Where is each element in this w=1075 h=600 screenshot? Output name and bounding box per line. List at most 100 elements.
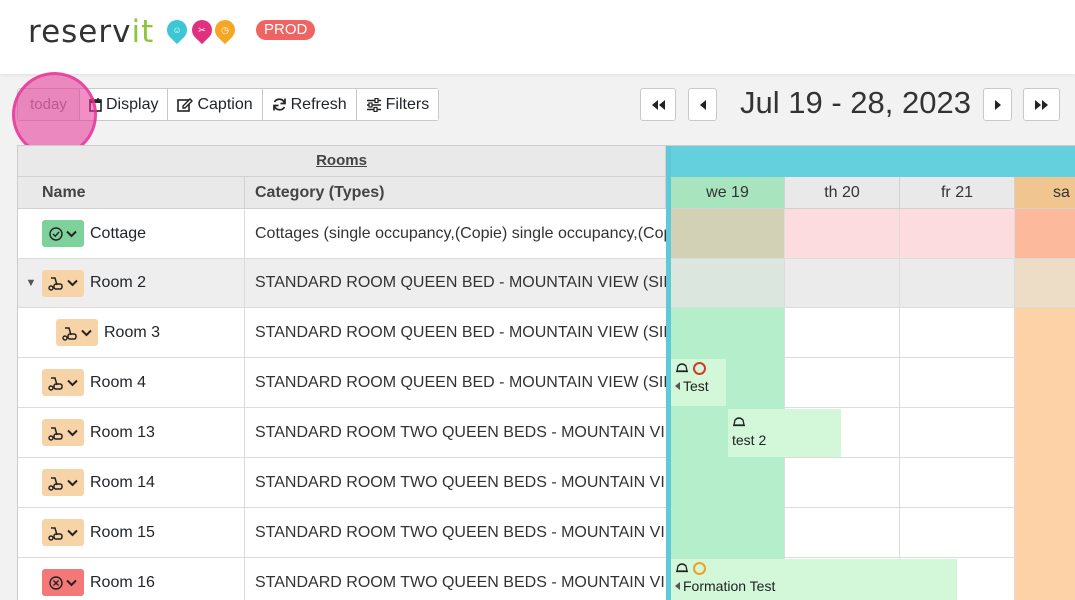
room-status-dropdown[interactable] [42,469,84,496]
double-chevron-right-icon [1034,99,1048,110]
vacuum-icon [48,376,63,391]
day-header-fr21[interactable]: fr 21 [900,177,1015,209]
vacuum-icon [48,426,63,441]
room-status-dropdown[interactable] [56,319,98,346]
calendar-cell[interactable] [671,209,785,259]
next-week-button[interactable] [1023,88,1060,121]
calendar-cell[interactable] [900,308,1015,358]
chevron-down-icon [66,230,77,237]
room-name: Room 2 [90,274,147,291]
status-ring-icon [693,361,706,375]
name-column-header[interactable]: Name [18,177,245,209]
room-name: Room 14 [90,473,155,491]
calendar-cell[interactable] [900,358,1015,408]
room-category: STANDARD ROOM QUEEN BED - MOUNTAIN VIEW … [255,274,666,291]
chevron-down-icon [67,279,78,287]
calendar-cell[interactable] [671,259,785,308]
room-category: STANDARD ROOM TWO QUEEN BEDS - MOUNTAIN … [255,523,666,541]
booking-block[interactable]: Formation Test [671,559,957,600]
day-header-we19[interactable]: we 19 [671,177,785,209]
logo-text: reservit [28,14,155,50]
booking-label: Test [683,378,709,394]
room-name: Room 16 [90,573,155,591]
room-name-cell: Room 13 [18,408,245,457]
room-status-dropdown[interactable] [42,269,84,297]
refresh-icon [272,98,286,111]
calendar-cell[interactable] [785,308,900,358]
calendar-cell[interactable] [900,508,1015,558]
caption-label: Caption [197,95,253,113]
date-range-title: Jul 19 - 28, 2023 [740,85,971,120]
table-row[interactable]: Room 3 STANDARD ROOM QUEEN BED - MOUNTAI… [18,308,666,358]
booking-block[interactable]: test 2 [728,409,841,457]
table-row[interactable]: Room 16 STANDARD ROOM TWO QUEEN BEDS - M… [18,558,666,600]
calendar-cell[interactable] [900,209,1015,259]
table-row[interactable]: Room 14 STANDARD ROOM TWO QUEEN BEDS - M… [18,458,666,508]
room-status-dropdown[interactable] [42,569,84,596]
reservit-logo[interactable]: reservit [28,14,154,50]
room-category: STANDARD ROOM TWO QUEEN BEDS - MOUNTAIN … [255,473,666,491]
edit-icon [177,98,194,112]
chevron-down-icon [66,579,77,586]
rooms-group-header[interactable]: Rooms [18,146,666,177]
room-name-cell: Room 16 [18,558,245,600]
room-name-cell: Room 14 [18,458,245,507]
caption-button[interactable]: Caption [168,89,263,120]
room-name-cell: Room 15 [18,508,245,557]
room-name: Room 4 [90,373,147,391]
bell-icon [733,417,745,427]
arrow-left-icon [675,582,680,590]
status-ring-icon [693,561,706,575]
arrow-left-icon [675,382,680,390]
day-header-th20[interactable]: th 20 [785,177,900,209]
chevron-right-icon [994,99,1001,110]
vacuum-icon [48,277,63,291]
chevron-down-icon [67,479,78,486]
calendar-cell[interactable] [785,508,900,558]
collapse-caret-icon[interactable]: ▼ [24,277,38,289]
calendar-cell[interactable] [785,358,900,408]
table-row[interactable]: Cottage Cottages (single occupancy,(Copi… [18,209,666,259]
map-pin-pink-icon: ✂ [187,15,217,45]
day-header-sa22[interactable]: sa 2 [1015,177,1075,209]
app-header: reservit ☺ ✂ ◷ PROD [0,0,1075,74]
calendar-cell[interactable] [900,408,1015,458]
room-status-dropdown[interactable] [42,220,84,247]
planning-grid: Rooms Name Category (Types) we 19 th 20 … [17,145,1075,600]
room-name-cell: Room 4 [18,358,245,407]
room-name-cell: ▼ Room 2 [18,259,245,307]
map-pin-blue-icon: ☺ [162,15,192,45]
category-column-header[interactable]: Category (Types) [245,177,666,209]
calendar-cell[interactable] [900,458,1015,508]
calendar-cell[interactable] [1015,259,1075,308]
room-status-dropdown[interactable] [42,369,84,396]
calendar-cell[interactable] [785,458,900,508]
next-day-button[interactable] [983,88,1012,121]
table-row[interactable]: Room 13 STANDARD ROOM TWO QUEEN BEDS - M… [18,408,666,458]
booking-block[interactable]: Test [671,359,726,406]
filters-button[interactable]: Filters [356,89,439,120]
calendar-cell[interactable] [785,259,900,308]
env-badge: PROD [256,20,316,40]
table-row[interactable]: Room 4 STANDARD ROOM QUEEN BED - MOUNTAI… [18,358,666,408]
calendar-cell[interactable] [900,259,1015,308]
room-status-dropdown[interactable] [42,419,84,446]
calendar-column-weekend[interactable] [1015,308,1075,600]
booking-label: test 2 [732,432,767,448]
room-category: Cottages (single occupancy,(Copie) singl… [255,224,666,242]
room-category: STANDARD ROOM TWO QUEEN BEDS - MOUNTAIN … [255,573,666,591]
prev-day-button[interactable] [688,88,717,121]
room-name: Cottage [90,224,147,242]
prev-week-button[interactable] [640,88,676,121]
room-status-dropdown[interactable] [42,519,84,546]
calendar-cell[interactable] [1015,209,1075,259]
vacuum-icon [48,476,63,491]
room-name-cell: Room 3 [18,308,245,357]
bell-icon [676,563,688,573]
room-name: Room 13 [90,423,155,441]
table-row[interactable]: Room 15 STANDARD ROOM TWO QUEEN BEDS - M… [18,508,666,558]
calendar-cell[interactable] [785,209,900,259]
refresh-button[interactable]: Refresh [262,89,357,120]
table-row[interactable]: ▼ Room 2 STANDARD ROOM QUEEN BED - MOUNT… [18,259,666,308]
calendar-top-band [671,146,1075,177]
